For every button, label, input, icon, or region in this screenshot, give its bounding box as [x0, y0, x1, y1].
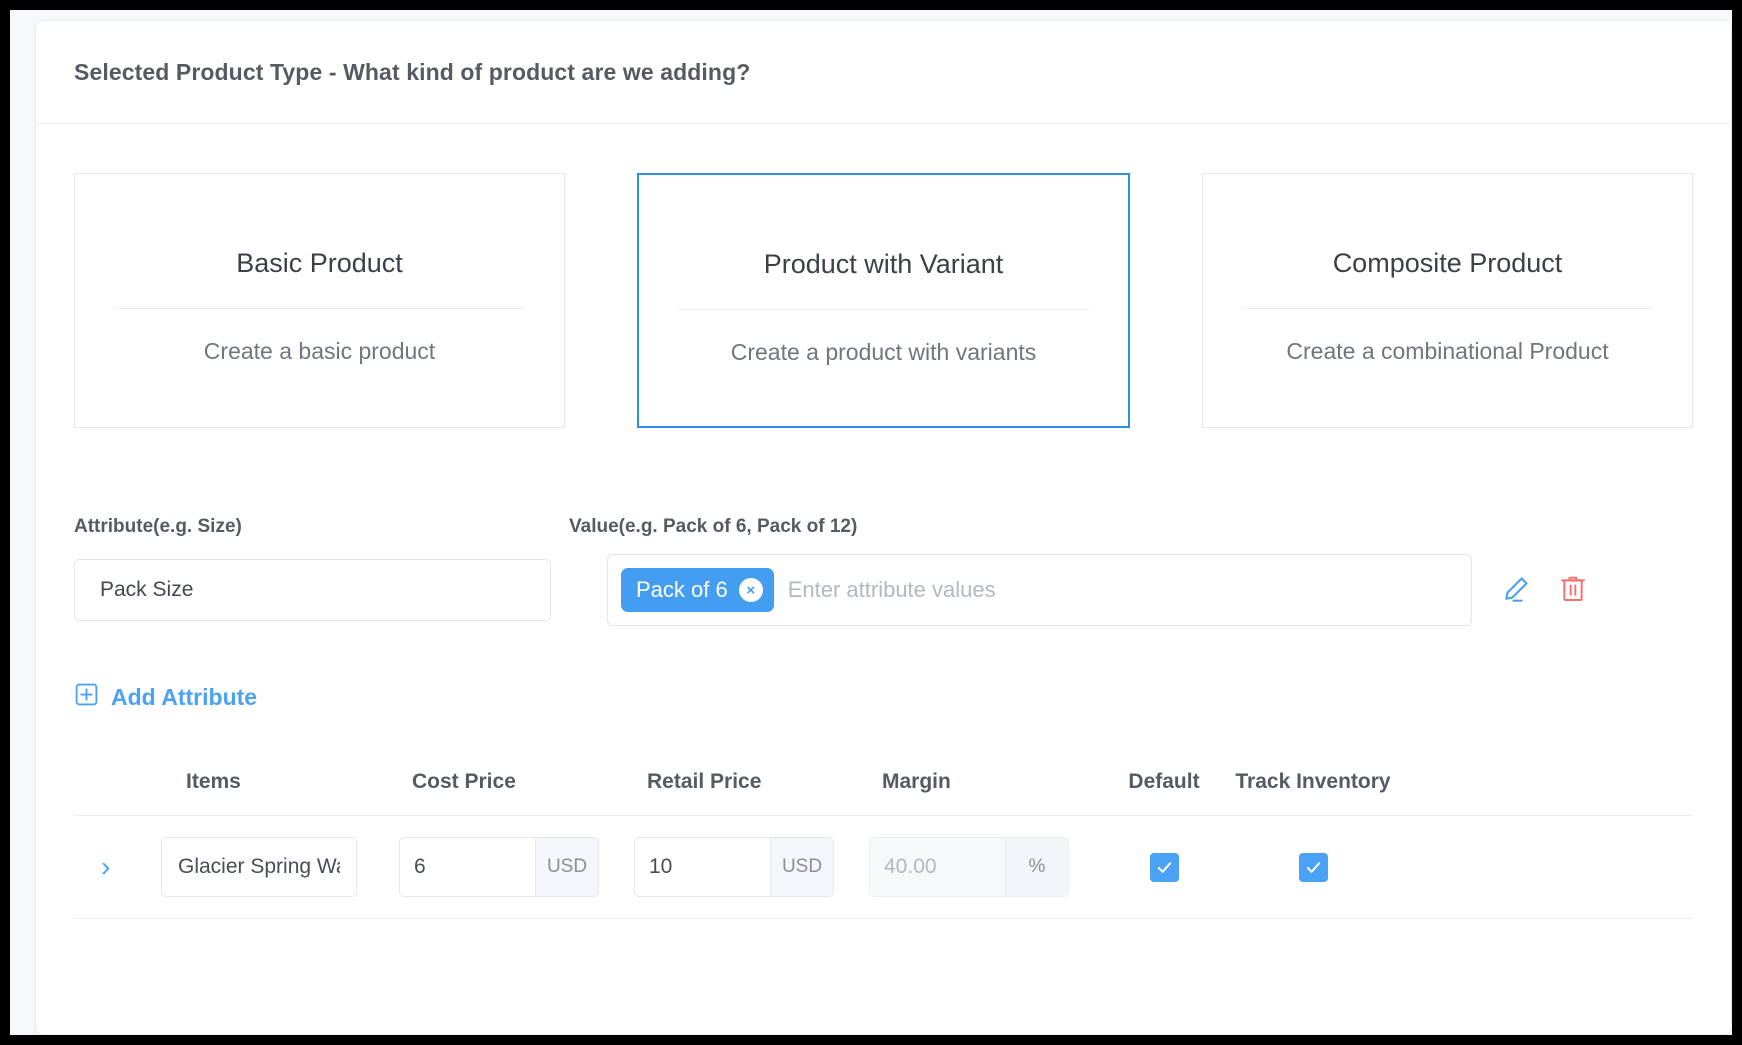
track-inventory-cell: [1224, 852, 1402, 882]
delete-attribute-button[interactable]: [1556, 573, 1590, 607]
attribute-row: Pack of 6 ×: [74, 554, 1693, 626]
page-background: Selected Product Type - What kind of pro…: [10, 10, 1732, 1035]
retail-price-cell: USD: [634, 837, 869, 897]
product-type-composite[interactable]: Composite Product Create a combinational…: [1202, 173, 1693, 428]
column-header-track-inventory: Track Inventory: [1235, 769, 1391, 793]
attribute-values-input[interactable]: [785, 576, 1458, 604]
page-title: Selected Product Type - What kind of pro…: [74, 58, 751, 85]
track-inventory-checkbox[interactable]: [1298, 852, 1328, 882]
screenshot-root: Selected Product Type - What kind of pro…: [0, 0, 1742, 1045]
margin-input: [870, 838, 1005, 896]
default-checkbox[interactable]: [1149, 852, 1179, 882]
table-row: › USD: [74, 816, 1693, 919]
product-type-variant-title: Product with Variant: [763, 249, 1004, 279]
product-type-variant-subtitle: Create a product with variants: [730, 339, 1037, 365]
default-cell: [1104, 852, 1224, 882]
retail-price-group: USD: [634, 837, 834, 897]
attribute-value-chip-label: Pack of 6: [636, 577, 728, 602]
product-type-options: Basic Product Create a basic product Pro…: [74, 173, 1693, 428]
variants-table: Items Cost Price Retail Price Margin Def…: [74, 760, 1693, 919]
pencil-icon: [1501, 574, 1531, 607]
attribute-name-input[interactable]: [74, 559, 551, 621]
margin-group: %: [869, 837, 1069, 897]
close-icon[interactable]: ×: [738, 578, 763, 602]
divider: [678, 309, 1089, 310]
item-name-input[interactable]: [161, 837, 357, 897]
column-header-items: Items: [186, 769, 241, 793]
attribute-value-chip[interactable]: Pack of 6 ×: [621, 568, 774, 612]
attribute-row-actions: [1499, 573, 1590, 607]
add-attribute-label: Add Attribute: [111, 684, 258, 710]
chevron-right-icon[interactable]: ›: [101, 853, 110, 881]
value-label: Value(e.g. Pack of 6, Pack of 12): [569, 516, 858, 537]
margin-percent-symbol: %: [1005, 838, 1068, 896]
attribute-label: Attribute(e.g. Size): [74, 516, 242, 537]
card-header: Selected Product Type - What kind of pro…: [36, 21, 1731, 124]
column-header-cost-price: Cost Price: [412, 769, 516, 793]
product-type-composite-title: Composite Product: [1332, 248, 1563, 278]
retail-price-currency: USD: [770, 838, 833, 896]
product-type-composite-subtitle: Create a combinational Product: [1286, 338, 1609, 364]
divider: [1242, 308, 1653, 309]
cost-price-input[interactable]: [400, 838, 535, 896]
retail-price-input[interactable]: [635, 838, 770, 896]
attribute-labels: Attribute(e.g. Size) Value(e.g. Pack of …: [74, 516, 1693, 538]
column-header-default: Default: [1128, 769, 1200, 793]
item-name-cell: [161, 837, 399, 897]
product-type-basic-subtitle: Create a basic product: [203, 338, 436, 364]
edit-attribute-button[interactable]: [1499, 573, 1533, 607]
cost-price-currency: USD: [535, 838, 598, 896]
card-body: Basic Product Create a basic product Pro…: [36, 173, 1731, 919]
attribute-values-field[interactable]: Pack of 6 ×: [607, 554, 1472, 626]
column-header-margin: Margin: [882, 769, 951, 793]
plus-square-icon: [74, 682, 99, 713]
add-attribute-button[interactable]: Add Attribute: [74, 682, 257, 713]
trash-icon: [1559, 574, 1587, 607]
margin-cell: %: [869, 837, 1104, 897]
expand-row-cell: ›: [74, 853, 161, 881]
cost-price-cell: USD: [399, 837, 634, 897]
cost-price-group: USD: [399, 837, 599, 897]
product-type-card: Selected Product Type - What kind of pro…: [35, 20, 1732, 1035]
variants-table-header: Items Cost Price Retail Price Margin Def…: [74, 760, 1693, 816]
product-type-variant[interactable]: Product with Variant Create a product wi…: [637, 173, 1130, 428]
product-type-basic[interactable]: Basic Product Create a basic product: [74, 173, 565, 428]
divider: [114, 308, 525, 309]
column-header-retail-price: Retail Price: [647, 769, 762, 793]
product-type-basic-title: Basic Product: [236, 248, 403, 278]
